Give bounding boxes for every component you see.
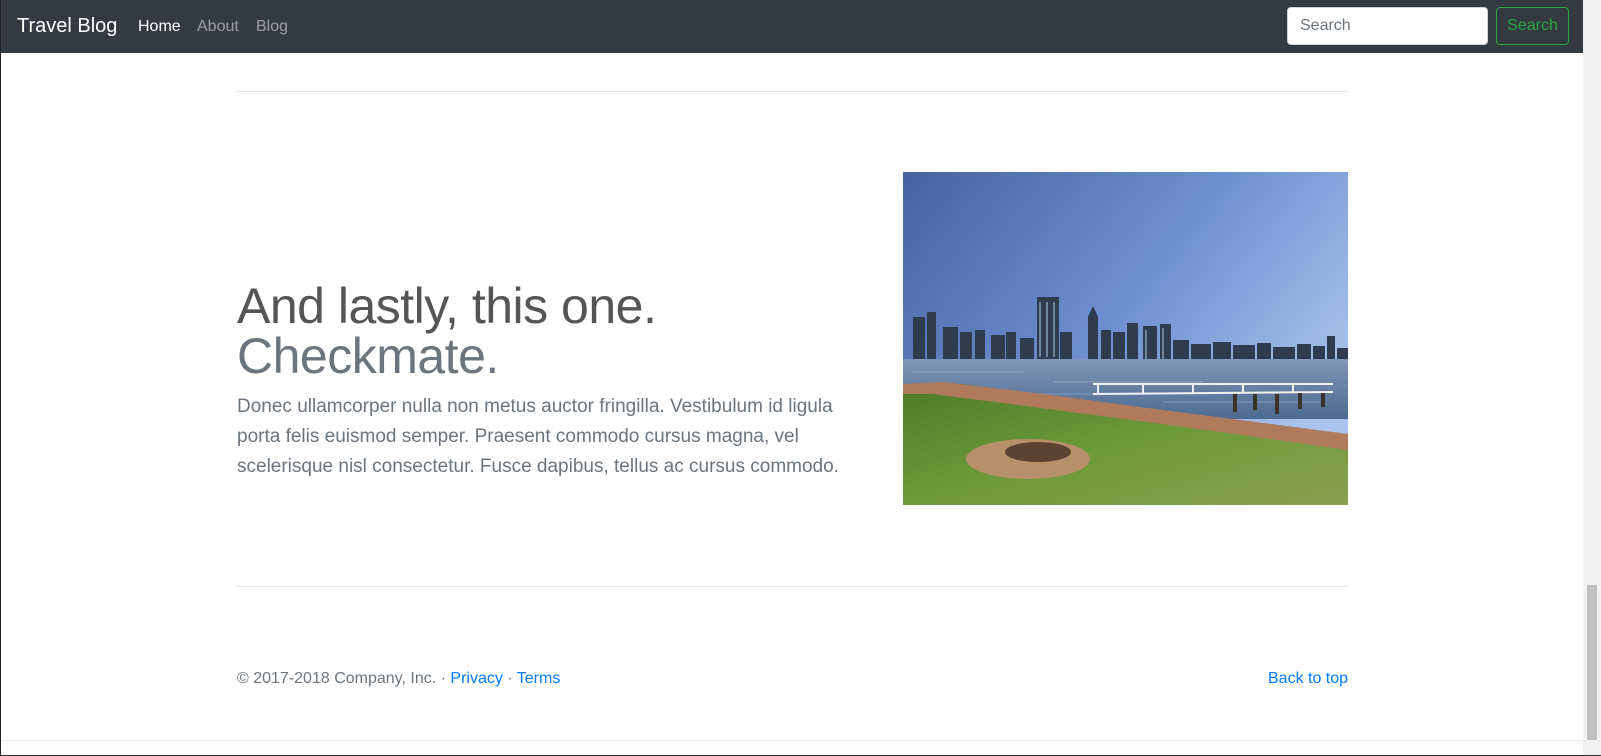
featurette-divider-bottom — [237, 586, 1347, 587]
featurette-heading: And lastly, this one. Checkmate. — [237, 281, 857, 381]
featurette-heading-main: And lastly, this one. — [237, 278, 657, 334]
nav-link-home[interactable]: Home — [138, 17, 181, 37]
top-navbar: Travel Blog Home About Blog Search — [1, 0, 1583, 53]
nav-link-blog[interactable]: Blog — [256, 17, 288, 37]
featurette-image — [903, 172, 1348, 505]
terms-link[interactable]: Terms — [517, 670, 561, 687]
city-waterfront-photo — [903, 172, 1348, 505]
featurette-heading-muted: Checkmate. — [237, 328, 499, 384]
vertical-scrollbar[interactable] — [1583, 0, 1601, 756]
copyright-text: © 2017-2018 Company, Inc. · — [237, 670, 446, 687]
featurette-lead: Donec ullamcorper nulla non metus auctor… — [237, 396, 839, 477]
featurette-divider-top — [237, 91, 1347, 92]
brand-link[interactable]: Travel Blog — [17, 14, 117, 38]
search-button[interactable]: Search — [1496, 7, 1569, 45]
back-to-top-link[interactable]: Back to top — [1268, 669, 1348, 689]
scrollbar-thumb[interactable] — [1587, 585, 1597, 740]
privacy-link[interactable]: Privacy — [450, 670, 502, 687]
search-input[interactable] — [1287, 7, 1488, 45]
page-bottom-strip — [1, 740, 1583, 756]
footer-separator: · — [507, 670, 513, 687]
footer-copyright-line: © 2017-2018 Company, Inc. · Privacy · Te… — [237, 669, 560, 689]
window-border — [0, 0, 1, 756]
nav-link-about[interactable]: About — [197, 17, 239, 37]
